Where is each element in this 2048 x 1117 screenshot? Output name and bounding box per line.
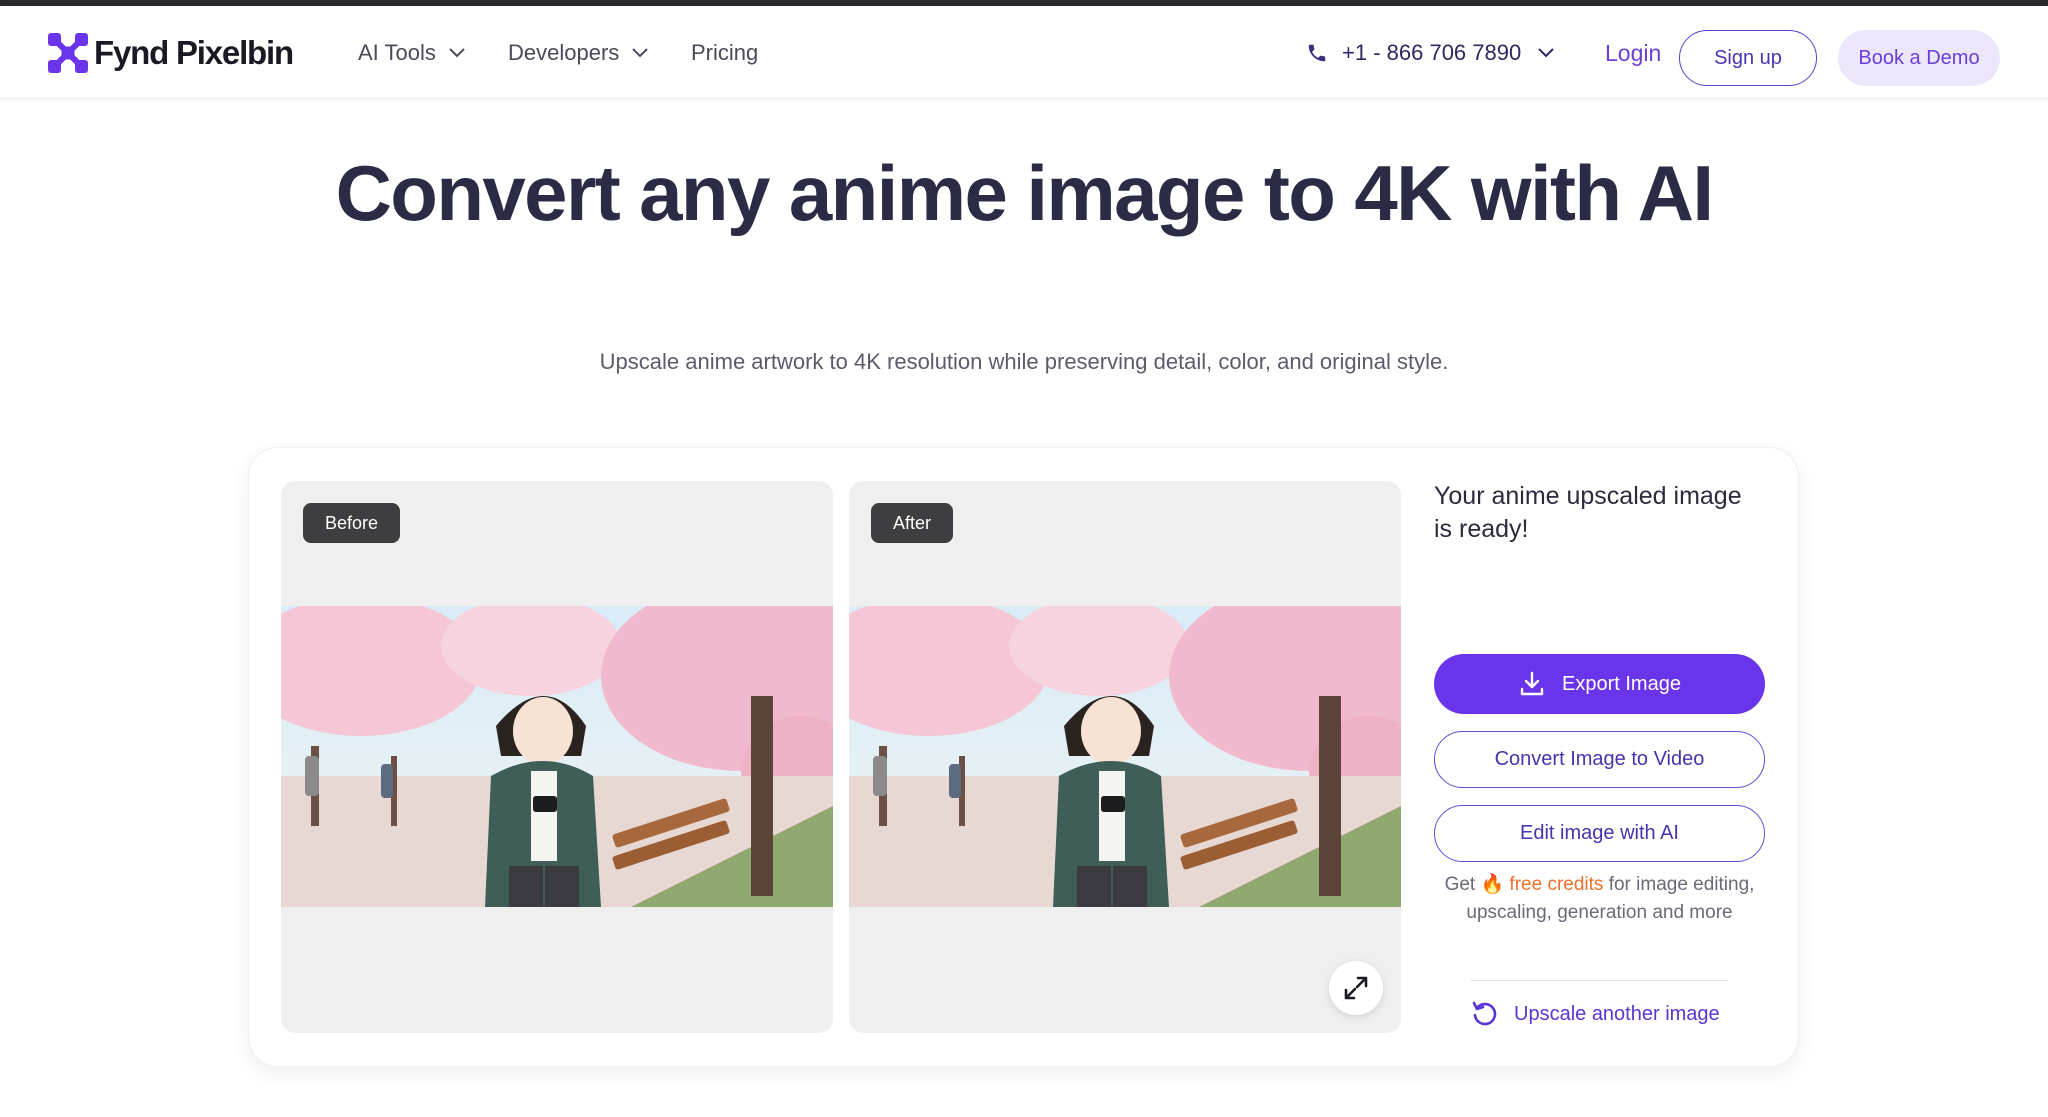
- free-credits-note: Get 🔥 free credits for image editing, up…: [1434, 871, 1765, 927]
- download-icon: [1520, 671, 1544, 696]
- nav-developers-label: Developers: [508, 40, 620, 65]
- brand-name: Fynd Pixelbin: [94, 34, 294, 71]
- before-panel: Before: [281, 481, 833, 1033]
- nav-developers[interactable]: Developers: [508, 40, 649, 66]
- chevron-down-icon: [1538, 48, 1554, 58]
- result-ready-text: Your anime upscaled image is ready!: [1434, 482, 1742, 543]
- nav-ai-tools[interactable]: AI Tools: [358, 40, 466, 66]
- before-image: [281, 606, 833, 907]
- pixelbin-logo-icon: [48, 33, 88, 73]
- expand-icon: [1344, 976, 1368, 1000]
- phone-number: +1 - 866 706 7890: [1342, 40, 1522, 65]
- nav-pricing[interactable]: Pricing: [691, 40, 758, 66]
- brand-logo[interactable]: Fynd Pixelbin: [46, 31, 294, 75]
- before-badge: Before: [303, 503, 401, 543]
- page-title: Convert any anime image to 4K with AI: [335, 149, 1714, 237]
- chevron-down-icon: [449, 48, 465, 58]
- nav-ai-tools-label: AI Tools: [358, 40, 436, 65]
- credits-prefix: Get: [1444, 874, 1476, 895]
- after-image: [849, 606, 1401, 907]
- export-image-label: Export Image: [1562, 672, 1681, 695]
- convert-to-video-button[interactable]: Convert Image to Video: [1434, 731, 1765, 788]
- after-panel: After: [849, 481, 1401, 1033]
- divider: [1470, 980, 1728, 981]
- chevron-down-icon: [632, 48, 648, 58]
- upscale-another-button[interactable]: Upscale another image: [1470, 999, 1720, 1029]
- navbar: Fynd Pixelbin AI Tools Developers Pricin…: [0, 6, 2048, 99]
- free-credits-link[interactable]: free credits: [1509, 874, 1603, 895]
- book-demo-button[interactable]: Book a Demo: [1838, 30, 2000, 86]
- phone-dropdown[interactable]: +1 - 866 706 7890: [1306, 40, 1555, 66]
- upscale-another-label: Upscale another image: [1514, 1002, 1720, 1025]
- edit-with-ai-button[interactable]: Edit image with AI: [1434, 805, 1765, 862]
- phone-icon: [1308, 44, 1326, 62]
- export-image-button[interactable]: Export Image: [1434, 654, 1765, 714]
- fire-icon: 🔥: [1480, 874, 1505, 895]
- after-badge: After: [871, 503, 954, 543]
- expand-button[interactable]: [1329, 961, 1383, 1015]
- login-link[interactable]: Login: [1605, 40, 1661, 67]
- page-subtitle: Upscale anime artwork to 4K resolution w…: [599, 349, 1449, 374]
- nav-pricing-label: Pricing: [691, 40, 759, 65]
- refresh-icon: [1472, 1001, 1497, 1026]
- signup-button[interactable]: Sign up: [1679, 30, 1817, 86]
